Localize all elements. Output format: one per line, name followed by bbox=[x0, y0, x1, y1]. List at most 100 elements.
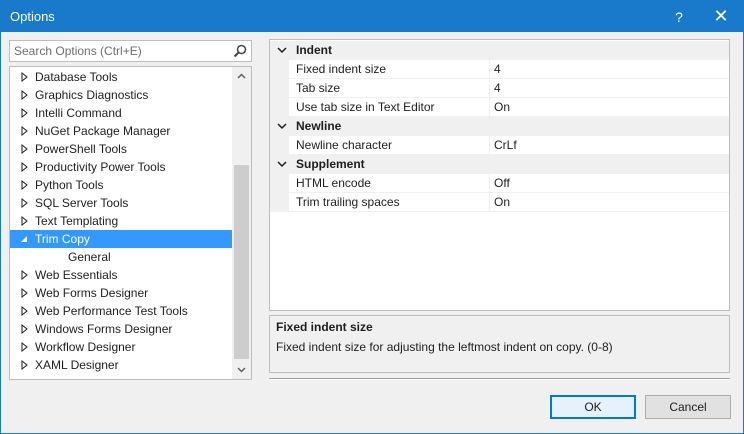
property-row[interactable]: HTML encode Off bbox=[270, 174, 729, 193]
collapsed-triangle-icon[interactable] bbox=[19, 68, 29, 86]
property-name[interactable]: Tab size bbox=[289, 79, 490, 98]
property-name[interactable]: Fixed indent size bbox=[289, 60, 490, 79]
property-value[interactable]: On bbox=[490, 98, 729, 117]
collapsed-triangle-icon[interactable] bbox=[19, 86, 29, 104]
tree-item-label: Web Essentials bbox=[35, 268, 118, 282]
tree-item-label: Intelli Command bbox=[35, 106, 122, 120]
tree-item-label: Workflow Designer bbox=[35, 340, 136, 354]
property-name[interactable]: Trim trailing spaces bbox=[289, 193, 490, 212]
collapsed-triangle-icon[interactable] bbox=[19, 104, 29, 122]
property-name[interactable]: HTML encode bbox=[289, 174, 490, 193]
tree-item-label: Database Tools bbox=[35, 70, 118, 84]
help-button[interactable]: ? bbox=[662, 1, 696, 32]
property-row[interactable]: Tab size 4 bbox=[270, 79, 729, 98]
tree-item[interactable]: XAML Designer bbox=[10, 356, 232, 374]
collapse-chevron-icon[interactable] bbox=[276, 117, 288, 136]
row-gutter bbox=[270, 60, 289, 79]
collapsed-triangle-icon[interactable] bbox=[19, 284, 29, 302]
scrollbar-thumb[interactable] bbox=[234, 165, 249, 359]
property-value[interactable]: CrLf bbox=[490, 136, 729, 155]
tree-item[interactable]: SQL Server Tools bbox=[10, 194, 232, 212]
collapse-chevron-icon[interactable] bbox=[276, 155, 288, 174]
tree-item-label: NuGet Package Manager bbox=[35, 124, 171, 138]
property-value[interactable]: 4 bbox=[490, 79, 729, 98]
tree-item[interactable]: Graphics Diagnostics bbox=[10, 86, 232, 104]
row-gutter bbox=[270, 136, 289, 155]
tree-item[interactable]: Workflow Designer bbox=[10, 338, 232, 356]
tree-item[interactable]: Web Essentials bbox=[10, 266, 232, 284]
tree-item[interactable]: Web Forms Designer bbox=[10, 284, 232, 302]
title-bar: Options ? ✕ bbox=[1, 1, 743, 32]
tree-item-label: General bbox=[68, 250, 111, 264]
property-row[interactable]: Newline character CrLf bbox=[270, 136, 729, 155]
row-gutter bbox=[270, 79, 289, 98]
tree-item-label: XAML Designer bbox=[35, 358, 119, 372]
property-row[interactable]: Fixed indent size 4 bbox=[270, 60, 729, 79]
window-title: Options bbox=[10, 9, 55, 24]
tree-item[interactable]: Trim Copy bbox=[10, 230, 232, 248]
collapsed-triangle-icon[interactable] bbox=[19, 122, 29, 140]
collapsed-triangle-icon[interactable] bbox=[19, 176, 29, 194]
tree-item[interactable]: Python Tools bbox=[10, 176, 232, 194]
tree-item-label: PowerShell Tools bbox=[35, 142, 127, 156]
property-value[interactable]: 4 bbox=[490, 60, 729, 79]
description-text: Fixed indent size for adjusting the left… bbox=[276, 340, 613, 354]
scroll-down-icon[interactable] bbox=[232, 361, 251, 379]
collapsed-triangle-icon[interactable] bbox=[19, 140, 29, 158]
tree-item-label: Windows Forms Designer bbox=[35, 322, 173, 336]
description-title: Fixed indent size bbox=[276, 320, 373, 334]
tree-scrollbar[interactable] bbox=[232, 67, 251, 379]
collapsed-triangle-icon[interactable] bbox=[19, 158, 29, 176]
property-value[interactable]: On bbox=[490, 193, 729, 212]
collapsed-triangle-icon[interactable] bbox=[19, 212, 29, 230]
property-category[interactable]: Indent bbox=[270, 41, 729, 60]
options-tree: XAML Designer Workflow Designer Windows Fo… bbox=[9, 66, 252, 380]
tree-item[interactable]: Text Templating bbox=[10, 212, 232, 230]
search-icon[interactable] bbox=[233, 44, 247, 58]
tree-item-label: Web Performance Test Tools bbox=[35, 304, 188, 318]
collapsed-triangle-icon[interactable] bbox=[19, 194, 29, 212]
category-label: Supplement bbox=[296, 157, 365, 171]
tree-item[interactable]: PowerShell Tools bbox=[10, 140, 232, 158]
cancel-button[interactable]: Cancel bbox=[645, 395, 731, 419]
tree-item-label: SQL Server Tools bbox=[35, 196, 129, 210]
property-category[interactable]: Supplement bbox=[270, 155, 729, 174]
row-gutter bbox=[270, 174, 289, 193]
tree-item-label: Graphics Diagnostics bbox=[35, 88, 149, 102]
tree-item[interactable]: Database Tools bbox=[10, 68, 232, 86]
property-row[interactable]: Trim trailing spaces On bbox=[270, 193, 729, 212]
tree-item-label: Text Templating bbox=[35, 214, 119, 228]
property-name[interactable]: Use tab size in Text Editor bbox=[289, 98, 490, 117]
property-category[interactable]: Newline bbox=[270, 117, 729, 136]
row-gutter bbox=[270, 193, 289, 212]
property-value[interactable]: Off bbox=[490, 174, 729, 193]
collapse-chevron-icon[interactable] bbox=[276, 41, 288, 60]
collapsed-triangle-icon[interactable] bbox=[19, 266, 29, 284]
collapsed-triangle-icon[interactable] bbox=[19, 356, 29, 374]
tree-item[interactable]: Productivity Power Tools bbox=[10, 158, 232, 176]
tree-item-label: Productivity Power Tools bbox=[35, 160, 166, 174]
tree-child-item[interactable]: General bbox=[10, 248, 232, 266]
tree-item-label: Trim Copy bbox=[35, 232, 90, 246]
property-row[interactable]: Use tab size in Text Editor On bbox=[270, 98, 729, 117]
expanded-triangle-icon[interactable] bbox=[19, 230, 29, 248]
collapsed-triangle-icon[interactable] bbox=[19, 302, 29, 320]
collapsed-triangle-icon[interactable] bbox=[19, 320, 29, 338]
search-input[interactable]: Search Options (Ctrl+E) bbox=[9, 40, 252, 62]
tree-item-label: Web Forms Designer bbox=[35, 286, 149, 300]
description-panel: Fixed indent size Fixed indent size for … bbox=[269, 315, 730, 373]
category-label: Newline bbox=[296, 119, 342, 133]
search-placeholder: Search Options (Ctrl+E) bbox=[14, 44, 142, 58]
collapsed-triangle-icon[interactable] bbox=[19, 338, 29, 356]
ok-button[interactable]: OK bbox=[550, 395, 636, 419]
property-grid: Indent Fixed indent size 4 Tab size 4 Use tab… bbox=[269, 39, 730, 311]
tree-item-label: Python Tools bbox=[35, 178, 104, 192]
category-label: Indent bbox=[296, 43, 332, 57]
tree-item[interactable]: Web Performance Test Tools bbox=[10, 302, 232, 320]
property-name[interactable]: Newline character bbox=[289, 136, 490, 155]
scroll-up-icon[interactable] bbox=[232, 67, 251, 85]
tree-item[interactable]: Windows Forms Designer bbox=[10, 320, 232, 338]
close-button[interactable]: ✕ bbox=[704, 1, 738, 32]
tree-item[interactable]: Intelli Command bbox=[10, 104, 232, 122]
tree-item[interactable]: NuGet Package Manager bbox=[10, 122, 232, 140]
